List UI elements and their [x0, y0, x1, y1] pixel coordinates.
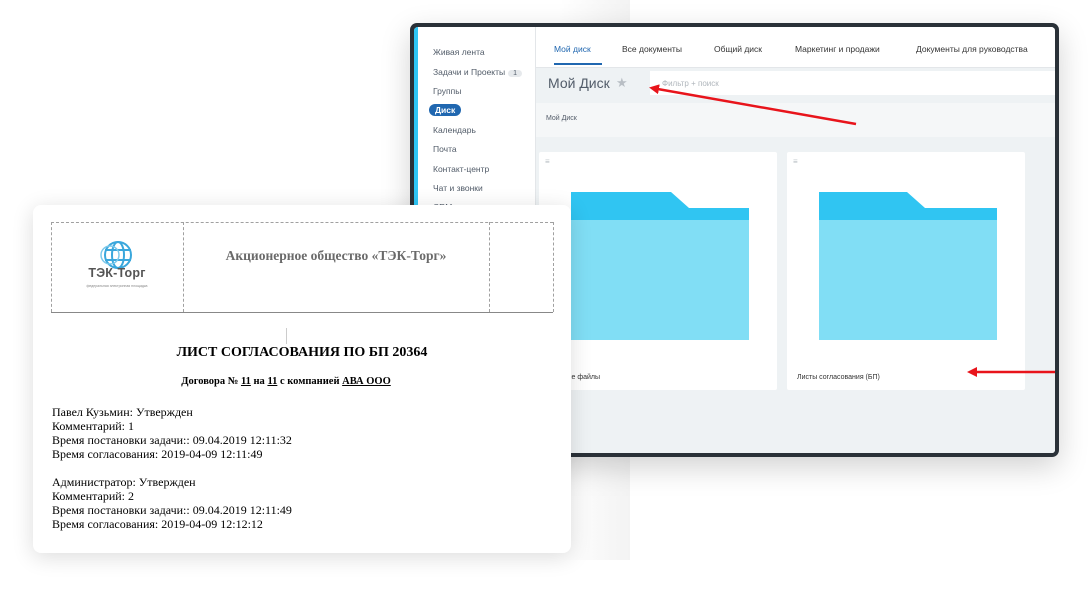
arrow-to-title-icon — [649, 84, 857, 126]
annotation-arrows — [649, 84, 1055, 377]
